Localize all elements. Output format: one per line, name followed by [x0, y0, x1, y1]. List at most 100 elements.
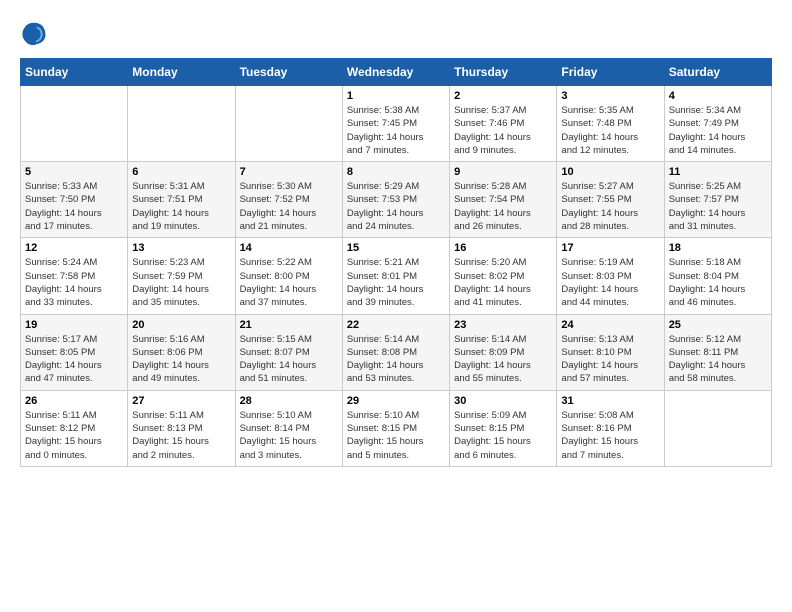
calendar-day-cell: 5 Sunrise: 5:33 AM Sunset: 7:50 PM Daylig…	[21, 162, 128, 238]
day-info: Sunrise: 5:16 AM Sunset: 8:06 PM Dayligh…	[132, 333, 230, 386]
day-info: Sunrise: 5:33 AM Sunset: 7:50 PM Dayligh…	[25, 180, 123, 233]
day-info: Sunrise: 5:25 AM Sunset: 7:57 PM Dayligh…	[669, 180, 767, 233]
day-info: Sunrise: 5:11 AM Sunset: 8:12 PM Dayligh…	[25, 409, 123, 462]
day-number: 23	[454, 319, 552, 331]
day-number: 24	[561, 319, 659, 331]
calendar-day-cell: 8 Sunrise: 5:29 AM Sunset: 7:53 PM Daylig…	[342, 162, 449, 238]
day-number: 1	[347, 90, 445, 102]
weekday-header: Sunday	[21, 59, 128, 86]
calendar-day-cell: 24 Sunrise: 5:13 AM Sunset: 8:10 PM Dayli…	[557, 314, 664, 390]
day-number: 20	[132, 319, 230, 331]
day-number: 2	[454, 90, 552, 102]
day-info: Sunrise: 5:14 AM Sunset: 8:09 PM Dayligh…	[454, 333, 552, 386]
weekday-header: Saturday	[664, 59, 771, 86]
day-number: 11	[669, 166, 767, 178]
day-info: Sunrise: 5:18 AM Sunset: 8:04 PM Dayligh…	[669, 256, 767, 309]
page-header	[20, 20, 772, 48]
day-info: Sunrise: 5:13 AM Sunset: 8:10 PM Dayligh…	[561, 333, 659, 386]
day-info: Sunrise: 5:27 AM Sunset: 7:55 PM Dayligh…	[561, 180, 659, 233]
day-number: 7	[240, 166, 338, 178]
day-info: Sunrise: 5:38 AM Sunset: 7:45 PM Dayligh…	[347, 104, 445, 157]
weekday-header: Friday	[557, 59, 664, 86]
calendar-day-cell: 16Sunrise: 5:20 AM Sunset: 8:02 PM Dayli…	[450, 238, 557, 314]
day-info: Sunrise: 5:34 AM Sunset: 7:49 PM Dayligh…	[669, 104, 767, 157]
calendar-day-cell: 26 Sunrise: 5:11 AM Sunset: 8:12 PM Dayli…	[21, 390, 128, 466]
calendar-day-cell	[235, 86, 342, 162]
calendar-day-cell: 6Sunrise: 5:31 AM Sunset: 7:51 PM Daylig…	[128, 162, 235, 238]
logo-icon	[20, 20, 48, 48]
day-info: Sunrise: 5:22 AM Sunset: 8:00 PM Dayligh…	[240, 256, 338, 309]
day-number: 13	[132, 242, 230, 254]
day-number: 18	[669, 242, 767, 254]
calendar-day-cell: 10 Sunrise: 5:27 AM Sunset: 7:55 PM Dayli…	[557, 162, 664, 238]
calendar-week-row: 5 Sunrise: 5:33 AM Sunset: 7:50 PM Daylig…	[21, 162, 772, 238]
calendar-day-cell: 7 Sunrise: 5:30 AM Sunset: 7:52 PM Daylig…	[235, 162, 342, 238]
calendar-day-cell: 17 Sunrise: 5:19 AM Sunset: 8:03 PM Dayli…	[557, 238, 664, 314]
calendar-day-cell: 25Sunrise: 5:12 AM Sunset: 8:11 PM Dayli…	[664, 314, 771, 390]
day-number: 10	[561, 166, 659, 178]
calendar-day-cell: 30Sunrise: 5:09 AM Sunset: 8:15 PM Dayli…	[450, 390, 557, 466]
calendar-day-cell: 12 Sunrise: 5:24 AM Sunset: 7:58 PM Dayli…	[21, 238, 128, 314]
calendar-day-cell: 31Sunrise: 5:08 AM Sunset: 8:16 PM Dayli…	[557, 390, 664, 466]
calendar-week-row: 12 Sunrise: 5:24 AM Sunset: 7:58 PM Dayli…	[21, 238, 772, 314]
weekday-header: Wednesday	[342, 59, 449, 86]
day-number: 27	[132, 395, 230, 407]
day-number: 17	[561, 242, 659, 254]
day-number: 6	[132, 166, 230, 178]
calendar-day-cell: 13 Sunrise: 5:23 AM Sunset: 7:59 PM Dayli…	[128, 238, 235, 314]
day-info: Sunrise: 5:19 AM Sunset: 8:03 PM Dayligh…	[561, 256, 659, 309]
weekday-header: Tuesday	[235, 59, 342, 86]
calendar-header-row: SundayMondayTuesdayWednesdayThursdayFrid…	[21, 59, 772, 86]
day-number: 9	[454, 166, 552, 178]
day-info: Sunrise: 5:20 AM Sunset: 8:02 PM Dayligh…	[454, 256, 552, 309]
calendar-day-cell	[664, 390, 771, 466]
day-number: 8	[347, 166, 445, 178]
day-info: Sunrise: 5:12 AM Sunset: 8:11 PM Dayligh…	[669, 333, 767, 386]
day-number: 12	[25, 242, 123, 254]
day-info: Sunrise: 5:23 AM Sunset: 7:59 PM Dayligh…	[132, 256, 230, 309]
day-info: Sunrise: 5:30 AM Sunset: 7:52 PM Dayligh…	[240, 180, 338, 233]
calendar-day-cell: 23 Sunrise: 5:14 AM Sunset: 8:09 PM Dayli…	[450, 314, 557, 390]
calendar-day-cell: 4 Sunrise: 5:34 AM Sunset: 7:49 PM Daylig…	[664, 86, 771, 162]
calendar-day-cell	[128, 86, 235, 162]
day-info: Sunrise: 5:35 AM Sunset: 7:48 PM Dayligh…	[561, 104, 659, 157]
day-number: 21	[240, 319, 338, 331]
day-number: 29	[347, 395, 445, 407]
day-info: Sunrise: 5:29 AM Sunset: 7:53 PM Dayligh…	[347, 180, 445, 233]
day-info: Sunrise: 5:21 AM Sunset: 8:01 PM Dayligh…	[347, 256, 445, 309]
day-info: Sunrise: 5:24 AM Sunset: 7:58 PM Dayligh…	[25, 256, 123, 309]
calendar-week-row: 1 Sunrise: 5:38 AM Sunset: 7:45 PM Daylig…	[21, 86, 772, 162]
calendar-day-cell	[21, 86, 128, 162]
calendar-day-cell: 2 Sunrise: 5:37 AM Sunset: 7:46 PM Daylig…	[450, 86, 557, 162]
calendar-day-cell: 11 Sunrise: 5:25 AM Sunset: 7:57 PM Dayli…	[664, 162, 771, 238]
day-info: Sunrise: 5:08 AM Sunset: 8:16 PM Dayligh…	[561, 409, 659, 462]
day-info: Sunrise: 5:17 AM Sunset: 8:05 PM Dayligh…	[25, 333, 123, 386]
day-number: 28	[240, 395, 338, 407]
day-number: 3	[561, 90, 659, 102]
day-number: 4	[669, 90, 767, 102]
calendar-day-cell: 20 Sunrise: 5:16 AM Sunset: 8:06 PM Dayli…	[128, 314, 235, 390]
day-info: Sunrise: 5:14 AM Sunset: 8:08 PM Dayligh…	[347, 333, 445, 386]
day-number: 26	[25, 395, 123, 407]
day-number: 14	[240, 242, 338, 254]
day-info: Sunrise: 5:15 AM Sunset: 8:07 PM Dayligh…	[240, 333, 338, 386]
calendar-day-cell: 22Sunrise: 5:14 AM Sunset: 8:08 PM Dayli…	[342, 314, 449, 390]
day-info: Sunrise: 5:28 AM Sunset: 7:54 PM Dayligh…	[454, 180, 552, 233]
calendar-day-cell: 18 Sunrise: 5:18 AM Sunset: 8:04 PM Dayli…	[664, 238, 771, 314]
calendar-day-cell: 14 Sunrise: 5:22 AM Sunset: 8:00 PM Dayli…	[235, 238, 342, 314]
calendar-week-row: 19 Sunrise: 5:17 AM Sunset: 8:05 PM Dayli…	[21, 314, 772, 390]
calendar-week-row: 26 Sunrise: 5:11 AM Sunset: 8:12 PM Dayli…	[21, 390, 772, 466]
weekday-header: Thursday	[450, 59, 557, 86]
day-number: 15	[347, 242, 445, 254]
day-number: 19	[25, 319, 123, 331]
weekday-header: Monday	[128, 59, 235, 86]
day-info: Sunrise: 5:10 AM Sunset: 8:14 PM Dayligh…	[240, 409, 338, 462]
day-info: Sunrise: 5:09 AM Sunset: 8:15 PM Dayligh…	[454, 409, 552, 462]
calendar-day-cell: 1 Sunrise: 5:38 AM Sunset: 7:45 PM Daylig…	[342, 86, 449, 162]
day-number: 5	[25, 166, 123, 178]
day-info: Sunrise: 5:11 AM Sunset: 8:13 PM Dayligh…	[132, 409, 230, 462]
logo	[20, 20, 52, 48]
calendar-day-cell: 9 Sunrise: 5:28 AM Sunset: 7:54 PM Daylig…	[450, 162, 557, 238]
calendar-day-cell: 19 Sunrise: 5:17 AM Sunset: 8:05 PM Dayli…	[21, 314, 128, 390]
day-info: Sunrise: 5:37 AM Sunset: 7:46 PM Dayligh…	[454, 104, 552, 157]
